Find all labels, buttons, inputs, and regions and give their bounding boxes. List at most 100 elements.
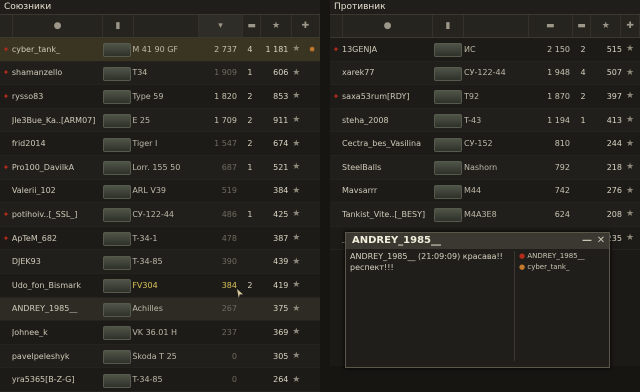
damage-value: 390 (221, 257, 237, 267)
damage-value: 478 (221, 233, 237, 243)
player-row[interactable]: Udo_fon_Bismark FV304 384 2 419 ★ (0, 273, 320, 298)
player-name[interactable]: ApTeM_682 (12, 234, 103, 243)
player-row[interactable]: Cectra_bes_Vasilina СУ-152 810 244 ★ (330, 132, 640, 156)
player-row[interactable]: ✦ Pro100_DavilkA Lorr. 155 50 687 1 521 ★ (0, 155, 320, 180)
tank-column-header[interactable]: ▮ (433, 15, 464, 37)
player-name[interactable]: shamanzello (12, 68, 103, 77)
player-name[interactable]: Udo_fon_Bismark (12, 281, 103, 290)
medal-column-header[interactable]: ✚ (621, 15, 640, 37)
chat-participants: ● ANDREY_1985__ ● cyber_tank_ (514, 251, 609, 361)
tank-name-column-header[interactable] (464, 15, 529, 37)
tank-name: СУ-122-44 (464, 68, 506, 78)
player-name[interactable]: potihoiv..[_SSL_] (12, 210, 103, 219)
medal-column-header[interactable]: ✚ (292, 15, 320, 37)
player-row[interactable]: ✦ saxa53rum[RDY] T92 1 870 2 397 ★ (330, 85, 640, 109)
player-row[interactable]: ANDREY_1985__ Achilles 267 375 ★ (0, 297, 320, 322)
tank-name: Nashorn (464, 162, 498, 172)
player-name[interactable]: yra5365[B-Z-G] (12, 375, 103, 384)
damage-value: 0 (231, 375, 237, 385)
tank-name: T92 (464, 91, 480, 101)
xp-value: 384 (273, 186, 289, 196)
player-column-header[interactable]: ● (343, 15, 434, 37)
private-chat-window[interactable]: ANDREY_1985__ — ✕ ANDREY_1985__ (21:09:0… (345, 232, 610, 368)
xp-value: 305 (273, 351, 289, 361)
participant-item[interactable]: ● ANDREY_1985__ (519, 251, 609, 262)
tank-thumbnail (102, 205, 133, 223)
xp-column-header[interactable]: ★ (591, 15, 622, 37)
tank-name: E 25 (132, 115, 151, 125)
player-row[interactable]: Valerii_102 ARL V39 519 384 ★ (0, 179, 320, 204)
player-row[interactable]: SteelBalls Nashorn 792 218 ★ (330, 155, 640, 180)
player-name[interactable]: pavelpeleshyk (12, 352, 103, 361)
player-name[interactable]: Johnee_k (12, 328, 103, 337)
player-row[interactable]: xarek77 СУ-122-44 1 948 4 507 ★ (330, 61, 640, 86)
player-name[interactable]: xarek77 (342, 68, 434, 77)
player-row[interactable]: yra5365[B-Z-G] T-34-85 0 264 ★ (0, 368, 320, 392)
squad-column-header[interactable] (330, 15, 343, 37)
damage-value: 486 (221, 209, 237, 219)
player-row[interactable]: ✦ ApTeM_682 T-34-1 478 387 ★ (0, 226, 320, 251)
player-name[interactable]: Jle3Bue_Ka..[ARM07] (12, 116, 103, 125)
player-name[interactable]: saxa53rum[RDY] (342, 92, 434, 101)
xp-value: 244 (606, 139, 622, 149)
frags-column-header[interactable]: ▬ (243, 15, 262, 37)
xp-value: 208 (606, 209, 622, 219)
close-button[interactable]: ✕ (595, 233, 607, 249)
star-icon: ★ (625, 138, 635, 149)
player-row[interactable]: Tankist_Vite..[_BESY] M4A3E8 624 208 ★ (330, 203, 640, 227)
player-row[interactable]: Johnee_k VK 36.01 H 237 369 ★ (0, 321, 320, 345)
tank-thumbnail (102, 276, 133, 294)
chat-title-bar[interactable]: ANDREY_1985__ — ✕ (346, 233, 609, 249)
player-row[interactable]: ✦ shamanzello T34 1 909 1 606 ★ (0, 61, 320, 86)
participant-item[interactable]: ● cyber_tank_ (519, 262, 609, 273)
player-name[interactable]: Cectra_bes_Vasilina (342, 139, 434, 148)
player-name[interactable]: Mavsarrr (342, 186, 434, 195)
squad-column-header[interactable] (0, 15, 13, 37)
player-name[interactable]: Valerii_102 (12, 186, 103, 195)
squad-mark-icon: ✦ (2, 68, 10, 78)
player-row[interactable]: frid2014 Tiger I 1 547 2 674 ★ (0, 132, 320, 156)
player-row[interactable]: steha_2008 T-43 1 194 1 413 ★ (330, 108, 640, 133)
frags-value: 2 (247, 280, 253, 290)
player-row[interactable]: Jle3Bue_Ka..[ARM07] E 25 1 709 2 911 ★ (0, 108, 320, 133)
player-name[interactable]: ANDREY_1985__ (12, 304, 103, 313)
player-name[interactable]: Tankist_Vite..[_BESY] (342, 210, 434, 219)
xp-value: 853 (273, 91, 289, 101)
player-row[interactable]: ✦ 13GENJA ИС 2 150 2 515 ★ (330, 38, 640, 62)
player-name[interactable]: SteelBalls (342, 163, 434, 172)
minimize-button[interactable]: — (581, 233, 593, 249)
tank-thumbnail (102, 64, 133, 82)
tank-icon (102, 90, 131, 105)
damage-value: 1 870 (547, 91, 570, 101)
player-row[interactable]: ✦ rysso83 Type 59 1 820 2 853 ★ (0, 85, 320, 109)
player-row[interactable]: Mavsarrr M44 742 276 ★ (330, 179, 640, 204)
frags-column-header[interactable]: ▬ (573, 15, 592, 37)
player-name[interactable]: Pro100_DavilkA (12, 163, 103, 172)
damage-icon: ▬ (546, 21, 555, 31)
star-icon: ★ (292, 374, 301, 385)
tank-name-column-header[interactable] (134, 15, 199, 37)
tank-icon (434, 43, 462, 58)
xp-column-header[interactable]: ★ (261, 15, 292, 37)
player-row[interactable]: DJEK93 T-34-85 390 439 ★ (0, 250, 320, 274)
player-name[interactable]: 13GENJA (342, 45, 434, 54)
player-name[interactable]: frid2014 (12, 139, 103, 148)
player-name[interactable]: cyber_tank_ (12, 45, 103, 54)
tank-name: T-34-85 (132, 375, 163, 385)
player-name[interactable]: DJEK93 (12, 257, 103, 266)
player-row[interactable]: ✦ potihoiv..[_SSL_] СУ-122-44 486 1 425 ★ (0, 203, 320, 227)
xp-value: 218 (606, 162, 622, 172)
frags-value: 2 (580, 91, 586, 101)
player-name[interactable]: rysso83 (12, 92, 103, 101)
player-name[interactable]: steha_2008 (342, 116, 434, 125)
player-row[interactable]: pavelpeleshyk Škoda T 25 0 305 ★ (0, 344, 320, 369)
tank-type-icon: ▮ (115, 21, 121, 31)
player-row[interactable]: ✦ cyber_tank_ M 41 90 GF 2 737 4 1 181 ★ ✹ (0, 38, 320, 62)
player-column-header[interactable]: ● (13, 15, 104, 37)
damage-column-header[interactable]: ▬ (529, 15, 573, 37)
tank-thumbnail (434, 111, 464, 129)
tank-column-header[interactable]: ▮ (103, 15, 134, 37)
tank-name: Achilles (132, 304, 163, 314)
damage-column-header[interactable]: ▾ (199, 15, 243, 37)
star-icon: ★ (625, 115, 635, 126)
